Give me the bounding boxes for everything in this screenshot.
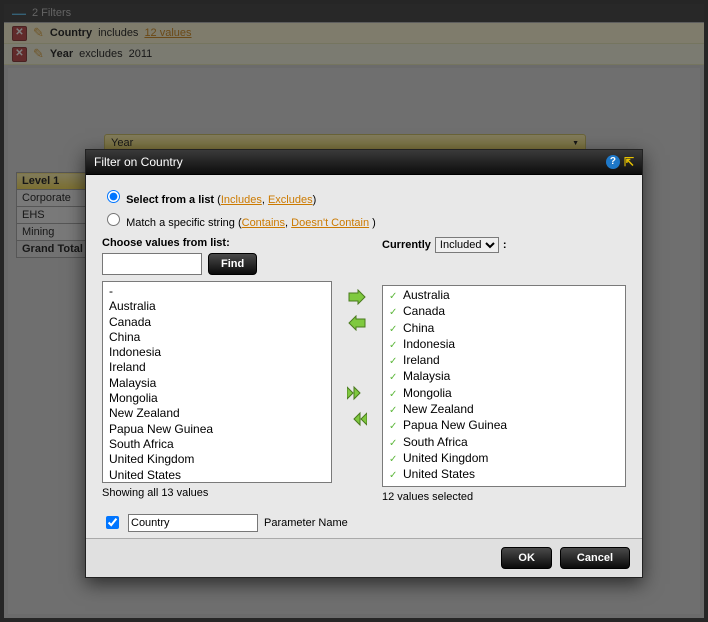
list-item[interactable]: Malaysia: [387, 369, 621, 385]
radio-input[interactable]: [107, 190, 120, 203]
list-item[interactable]: Ireland: [387, 353, 621, 369]
parameter-checkbox[interactable]: [106, 516, 119, 529]
list-item[interactable]: Canada: [107, 315, 327, 330]
list-item[interactable]: Ireland: [107, 360, 327, 375]
filter-dialog: Filter on Country ? ⇱ Select from a list…: [85, 149, 643, 578]
source-listbox[interactable]: -AustraliaCanadaChinaIndonesiaIrelandMal…: [102, 281, 332, 483]
cancel-button[interactable]: Cancel: [560, 547, 630, 569]
add-one-button[interactable]: [348, 289, 366, 305]
list-item[interactable]: China: [107, 330, 327, 345]
list-item[interactable]: Malaysia: [107, 376, 327, 391]
list-item[interactable]: Australia: [107, 299, 327, 314]
list-item[interactable]: United Kingdom: [107, 452, 327, 467]
list-item[interactable]: Mongolia: [387, 386, 621, 402]
list-item[interactable]: New Zealand: [387, 402, 621, 418]
list-item[interactable]: -: [107, 284, 327, 299]
list-item[interactable]: United States: [387, 467, 621, 483]
list-item[interactable]: South Africa: [107, 437, 327, 452]
find-input[interactable]: [102, 253, 202, 275]
ok-button[interactable]: OK: [501, 547, 552, 569]
list-item[interactable]: New Zealand: [107, 406, 327, 421]
list-item[interactable]: Indonesia: [387, 337, 621, 353]
selected-listbox[interactable]: AustraliaCanadaChinaIndonesiaIrelandMala…: [382, 285, 626, 487]
radio-label: Select from a list: [126, 194, 214, 206]
list-item[interactable]: United Kingdom: [387, 451, 621, 467]
radio-input[interactable]: [107, 213, 120, 226]
choose-label: Choose values from list:: [102, 237, 332, 249]
parameter-name-label: Parameter Name: [264, 517, 348, 529]
radio-select-from-list[interactable]: Select from a list (Includes, Excludes): [102, 187, 626, 206]
list-item[interactable]: Canada: [387, 304, 621, 320]
remove-one-button[interactable]: [348, 315, 366, 331]
radio-label: Match a specific string: [126, 217, 235, 229]
currently-select[interactable]: Included: [435, 237, 499, 253]
expand-icon[interactable]: ⇱: [624, 155, 634, 169]
parameter-name-input[interactable]: [128, 514, 258, 532]
radio-match-string[interactable]: Match a specific string (Contains, Doesn…: [102, 210, 626, 229]
dialog-header[interactable]: Filter on Country ? ⇱: [86, 150, 642, 175]
dialog-footer: OK Cancel: [86, 538, 642, 577]
help-icon[interactable]: ?: [606, 155, 620, 169]
currently-label: Currently: [382, 239, 431, 251]
excludes-link[interactable]: Excludes: [268, 194, 313, 206]
includes-link[interactable]: Includes: [221, 194, 262, 206]
find-button[interactable]: Find: [208, 253, 257, 275]
list-item[interactable]: Papua New Guinea: [387, 418, 621, 434]
source-status: Showing all 13 values: [102, 487, 332, 499]
add-all-button[interactable]: [347, 385, 367, 401]
dialog-body: Select from a list (Includes, Excludes) …: [86, 175, 642, 538]
doesnt-contain-link[interactable]: Doesn't Contain: [291, 217, 369, 229]
list-item[interactable]: United States: [107, 468, 327, 483]
list-item[interactable]: Papua New Guinea: [107, 422, 327, 437]
selected-status: 12 values selected: [382, 491, 626, 503]
list-item[interactable]: China: [387, 321, 621, 337]
list-item[interactable]: Australia: [387, 288, 621, 304]
dialog-title: Filter on Country: [94, 155, 183, 169]
remove-all-button[interactable]: [347, 411, 367, 427]
colon: :: [503, 239, 507, 251]
list-item[interactable]: Mongolia: [107, 391, 327, 406]
contains-link[interactable]: Contains: [242, 217, 285, 229]
list-item[interactable]: South Africa: [387, 435, 621, 451]
list-item[interactable]: Indonesia: [107, 345, 327, 360]
